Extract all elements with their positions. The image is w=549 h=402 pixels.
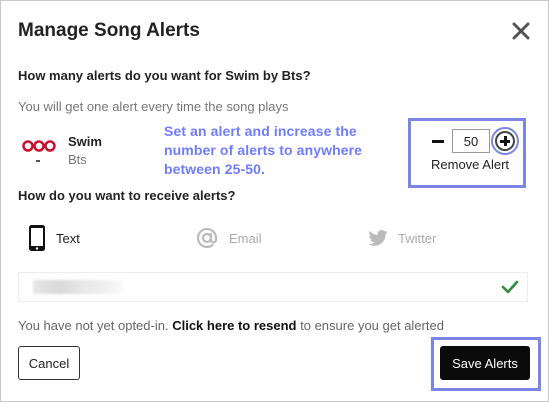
remove-alert-link[interactable]: Remove Alert <box>431 157 509 172</box>
method-text-option[interactable]: Text <box>28 224 80 252</box>
phone-icon <box>29 225 45 251</box>
method-email-label: Email <box>229 230 262 246</box>
redacted-phone-number <box>33 280 123 294</box>
close-icon[interactable] <box>510 20 532 42</box>
at-icon <box>196 227 218 249</box>
twitter-icon <box>368 230 388 246</box>
decrease-alerts-button[interactable] <box>432 132 446 150</box>
optin-prefix: You have not yet opted-in. <box>18 318 169 333</box>
song-title: Swim <box>68 134 102 149</box>
method-twitter-option[interactable]: Twitter <box>368 224 436 252</box>
song-artist: Bts <box>68 152 87 167</box>
delivery-method-question: How do you want to receive alerts? <box>18 188 236 203</box>
cancel-button[interactable]: Cancel <box>18 346 80 380</box>
optin-suffix: to ensure you get alerted <box>300 318 444 333</box>
checkmark-icon <box>501 280 519 294</box>
save-alerts-button[interactable]: Save Alerts <box>440 346 530 380</box>
phone-number-field[interactable] <box>18 272 528 302</box>
method-twitter-label: Twitter <box>398 230 437 246</box>
station-logo-icon <box>22 140 56 162</box>
alert-count-question: How many alerts do you want for Swim by … <box>18 68 311 83</box>
increase-alerts-button[interactable] <box>495 131 515 151</box>
method-email-option[interactable]: Email <box>195 224 262 252</box>
instruction-annotation: Set an alert and increase the number of … <box>164 123 363 177</box>
optin-message: You have not yet opted-in. Click here to… <box>18 318 444 333</box>
resend-link[interactable]: Click here to resend <box>172 318 296 333</box>
alert-subtext: You will get one alert every time the so… <box>18 99 289 114</box>
alert-count-input[interactable] <box>452 129 490 153</box>
modal-title: Manage Song Alerts <box>18 20 200 41</box>
method-text-label: Text <box>56 230 80 246</box>
